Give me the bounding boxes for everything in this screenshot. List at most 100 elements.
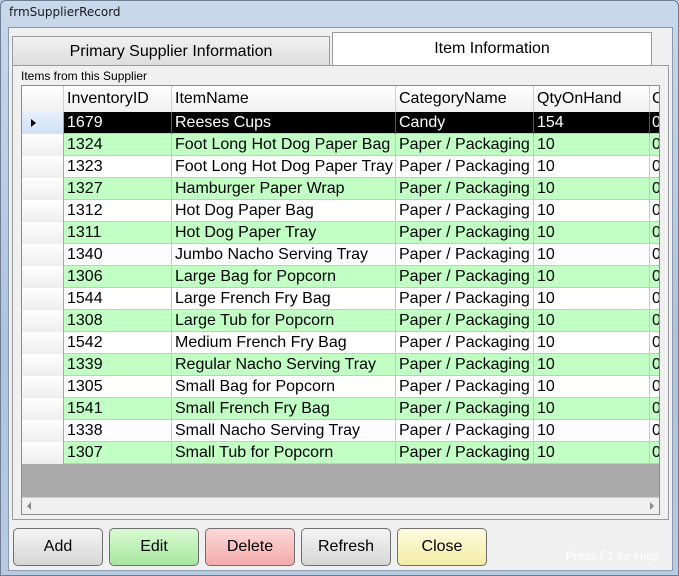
table-row[interactable]: 1307 Small Tub for Popcorn Paper / Packagi… — [22, 442, 659, 464]
cell-itemname[interactable]: Large Tub for Popcorn — [172, 310, 396, 332]
cell-itemname[interactable]: Reeses Cups — [172, 112, 396, 134]
row-header[interactable] — [22, 112, 64, 134]
cell-truncated[interactable]: 0 — [650, 222, 659, 244]
cell-categoryname[interactable]: Paper / Packaging — [396, 244, 534, 266]
refresh-button[interactable]: Refresh — [301, 528, 391, 566]
cell-truncated[interactable]: 0 — [650, 244, 659, 266]
cell-qtyonhand[interactable]: 154 — [534, 112, 650, 134]
cell-inventoryid[interactable]: 1541 — [64, 398, 172, 420]
cell-truncated[interactable]: 0 — [650, 200, 659, 222]
cell-truncated[interactable]: 0 — [650, 354, 659, 376]
cell-categoryname[interactable]: Paper / Packaging — [396, 200, 534, 222]
cell-qtyonhand[interactable]: 10 — [534, 310, 650, 332]
row-header[interactable] — [22, 420, 64, 442]
cell-inventoryid[interactable]: 1338 — [64, 420, 172, 442]
row-header[interactable] — [22, 288, 64, 310]
cell-truncated[interactable]: 0 — [650, 442, 659, 464]
cell-itemname[interactable]: Hot Dog Paper Bag — [172, 200, 396, 222]
row-header[interactable] — [22, 354, 64, 376]
cell-truncated[interactable]: 0 — [650, 134, 659, 156]
cell-inventoryid[interactable]: 1544 — [64, 288, 172, 310]
cell-inventoryid[interactable]: 1305 — [64, 376, 172, 398]
column-header-truncated[interactable]: C — [650, 86, 659, 112]
cell-categoryname[interactable]: Paper / Packaging — [396, 420, 534, 442]
table-row[interactable]: 1311 Hot Dog Paper Tray Paper / Packaging 1… — [22, 222, 659, 244]
cell-itemname[interactable]: Hot Dog Paper Tray — [172, 222, 396, 244]
cell-itemname[interactable]: Small French Fry Bag — [172, 398, 396, 420]
cell-inventoryid[interactable]: 1339 — [64, 354, 172, 376]
cell-itemname[interactable]: Large French Fry Bag — [172, 288, 396, 310]
cell-itemname[interactable]: Foot Long Hot Dog Paper Tray — [172, 156, 396, 178]
cell-inventoryid[interactable]: 1340 — [64, 244, 172, 266]
cell-qtyonhand[interactable]: 10 — [534, 332, 650, 354]
table-row[interactable]: 1327 Hamburger Paper Wrap Paper / Packagin… — [22, 178, 659, 200]
add-button[interactable]: Add — [13, 528, 103, 566]
cell-truncated[interactable]: 0 — [650, 398, 659, 420]
row-header[interactable] — [22, 398, 64, 420]
row-header[interactable] — [22, 200, 64, 222]
cell-itemname[interactable]: Small Tub for Popcorn — [172, 442, 396, 464]
cell-categoryname[interactable]: Paper / Packaging — [396, 310, 534, 332]
table-row[interactable]: 1308 Large Tub for Popcorn Paper / Packagi… — [22, 310, 659, 332]
row-header[interactable] — [22, 134, 64, 156]
table-row[interactable]: 1542 Medium French Fry Bag Paper / Packagi… — [22, 332, 659, 354]
row-header[interactable] — [22, 442, 64, 464]
edit-button[interactable]: Edit — [109, 528, 199, 566]
table-row[interactable]: 1340 Jumbo Nacho Serving Tray Paper / Pack… — [22, 244, 659, 266]
cell-inventoryid[interactable]: 1324 — [64, 134, 172, 156]
row-header[interactable] — [22, 332, 64, 354]
cell-qtyonhand[interactable]: 10 — [534, 420, 650, 442]
tab-primary-supplier-information[interactable]: Primary Supplier Information — [12, 36, 330, 66]
cell-categoryname[interactable]: Paper / Packaging — [396, 332, 534, 354]
column-header-qtyonhand[interactable]: QtyOnHand — [534, 86, 650, 112]
delete-button[interactable]: Delete — [205, 528, 295, 566]
column-header-inventoryid[interactable]: InventoryID — [64, 86, 172, 112]
scroll-right-icon[interactable] — [650, 502, 654, 510]
cell-truncated[interactable]: 0 — [650, 332, 659, 354]
cell-categoryname[interactable]: Paper / Packaging — [396, 376, 534, 398]
cell-qtyonhand[interactable]: 10 — [534, 156, 650, 178]
cell-qtyonhand[interactable]: 10 — [534, 222, 650, 244]
cell-categoryname[interactable]: Paper / Packaging — [396, 178, 534, 200]
row-header[interactable] — [22, 178, 64, 200]
cell-truncated[interactable]: 0 — [650, 266, 659, 288]
items-data-grid[interactable]: InventoryID ItemName CategoryName QtyOnH… — [21, 85, 660, 515]
cell-categoryname[interactable]: Paper / Packaging — [396, 398, 534, 420]
cell-itemname[interactable]: Medium French Fry Bag — [172, 332, 396, 354]
cell-categoryname[interactable]: Paper / Packaging — [396, 134, 534, 156]
cell-qtyonhand[interactable]: 10 — [534, 376, 650, 398]
cell-qtyonhand[interactable]: 10 — [534, 244, 650, 266]
table-row[interactable]: 1339 Regular Nacho Serving Tray Paper / Pa… — [22, 354, 659, 376]
table-row[interactable]: 1679Reeses CupsCandy1540 — [22, 112, 659, 134]
cell-truncated[interactable]: 0 — [650, 376, 659, 398]
cell-inventoryid[interactable]: 1308 — [64, 310, 172, 332]
cell-truncated[interactable]: 0 — [650, 288, 659, 310]
cell-truncated[interactable]: 0 — [650, 310, 659, 332]
cell-inventoryid[interactable]: 1311 — [64, 222, 172, 244]
row-header[interactable] — [22, 156, 64, 178]
cell-itemname[interactable]: Large Bag for Popcorn — [172, 266, 396, 288]
table-row[interactable]: 1338 Small Nacho Serving Tray Paper / Pack… — [22, 420, 659, 442]
cell-truncated[interactable]: 0 — [650, 178, 659, 200]
cell-itemname[interactable]: Regular Nacho Serving Tray — [172, 354, 396, 376]
cell-inventoryid[interactable]: 1323 — [64, 156, 172, 178]
tab-item-information[interactable]: Item Information — [332, 32, 652, 65]
table-row[interactable]: 1312 Hot Dog Paper Bag Paper / Packaging 10… — [22, 200, 659, 222]
table-row[interactable]: 1324 Foot Long Hot Dog Paper Bag Paper / P… — [22, 134, 659, 156]
table-row[interactable]: 1544 Large French Fry Bag Paper / Packagin… — [22, 288, 659, 310]
cell-qtyonhand[interactable]: 10 — [534, 442, 650, 464]
table-row[interactable]: 1541 Small French Fry Bag Paper / Packagin… — [22, 398, 659, 420]
cell-qtyonhand[interactable]: 10 — [534, 134, 650, 156]
scroll-left-icon[interactable] — [27, 502, 31, 510]
cell-itemname[interactable]: Small Bag for Popcorn — [172, 376, 396, 398]
cell-itemname[interactable]: Jumbo Nacho Serving Tray — [172, 244, 396, 266]
cell-categoryname[interactable]: Paper / Packaging — [396, 288, 534, 310]
cell-qtyonhand[interactable]: 10 — [534, 288, 650, 310]
cell-truncated[interactable]: 0 — [650, 112, 659, 134]
cell-inventoryid[interactable]: 1542 — [64, 332, 172, 354]
cell-inventoryid[interactable]: 1327 — [64, 178, 172, 200]
table-row[interactable]: 1305 Small Bag for Popcorn Paper / Packagi… — [22, 376, 659, 398]
cell-inventoryid[interactable]: 1679 — [64, 112, 172, 134]
cell-inventoryid[interactable]: 1307 — [64, 442, 172, 464]
row-header[interactable] — [22, 266, 64, 288]
